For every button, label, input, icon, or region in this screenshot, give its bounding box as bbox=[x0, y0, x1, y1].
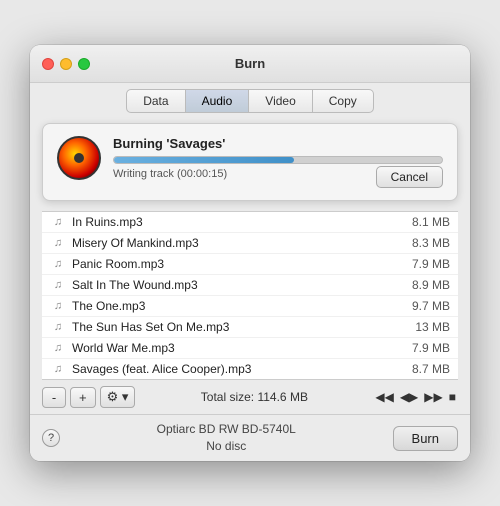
file-name: Salt In The Wound.mp3 bbox=[72, 278, 395, 292]
drive-info: Optiarc BD RW BD-5740L No disc bbox=[60, 421, 393, 455]
file-row[interactable]: ♫ Misery Of Mankind.mp3 8.3 MB bbox=[42, 233, 458, 254]
rewind-button[interactable]: ◀◀ bbox=[373, 390, 395, 404]
maximize-button[interactable] bbox=[78, 58, 90, 70]
minimize-button[interactable] bbox=[60, 58, 72, 70]
traffic-lights bbox=[42, 58, 90, 70]
remove-button[interactable]: - bbox=[42, 387, 66, 408]
drive-name: Optiarc BD RW BD-5740L bbox=[60, 421, 393, 438]
window-title: Burn bbox=[235, 56, 265, 71]
add-button[interactable]: + bbox=[70, 387, 96, 408]
file-audio-icon: ♫ bbox=[50, 256, 66, 272]
tab-audio[interactable]: Audio bbox=[186, 89, 250, 113]
file-name: The Sun Has Set On Me.mp3 bbox=[72, 320, 395, 334]
file-audio-icon: ♫ bbox=[50, 319, 66, 335]
close-button[interactable] bbox=[42, 58, 54, 70]
playback-controls: ◀◀ ◀▶ ▶▶ ■ bbox=[373, 390, 458, 404]
file-row[interactable]: ♫ World War Me.mp3 7.9 MB bbox=[42, 338, 458, 359]
disc-fire-icon bbox=[57, 136, 101, 180]
skip-back-button[interactable]: ◀▶ bbox=[398, 390, 420, 404]
file-name: Misery Of Mankind.mp3 bbox=[72, 236, 395, 250]
file-name: World War Me.mp3 bbox=[72, 341, 395, 355]
file-size: 13 MB bbox=[395, 320, 450, 334]
burn-title: Burning 'Savages' bbox=[113, 136, 443, 151]
burn-window: Burn Data Audio Video Copy Burning 'Sava… bbox=[30, 45, 470, 461]
progress-bar-container bbox=[113, 156, 443, 164]
file-audio-icon: ♫ bbox=[50, 277, 66, 293]
progress-bar-fill bbox=[114, 157, 294, 163]
stop-button[interactable]: ■ bbox=[447, 390, 458, 404]
file-row[interactable]: ♫ In Ruins.mp3 8.1 MB bbox=[42, 212, 458, 233]
file-row[interactable]: ♫ Salt In The Wound.mp3 8.9 MB bbox=[42, 275, 458, 296]
tab-copy[interactable]: Copy bbox=[313, 89, 374, 113]
burn-progress-overlay: Burning 'Savages' Writing track (00:00:1… bbox=[42, 123, 458, 201]
file-name: Panic Room.mp3 bbox=[72, 257, 395, 271]
disc-status: No disc bbox=[60, 438, 393, 455]
file-audio-icon: ♫ bbox=[50, 340, 66, 356]
total-size-label: Total size: 114.6 MB bbox=[139, 390, 369, 404]
play-button[interactable]: ▶▶ bbox=[422, 390, 444, 404]
file-size: 8.3 MB bbox=[395, 236, 450, 250]
file-audio-icon: ♫ bbox=[50, 214, 66, 230]
file-row[interactable]: ♫ The Sun Has Set On Me.mp3 13 MB bbox=[42, 317, 458, 338]
title-bar: Burn bbox=[30, 45, 470, 83]
file-name: The One.mp3 bbox=[72, 299, 395, 313]
tab-bar: Data Audio Video Copy bbox=[30, 83, 470, 113]
file-size: 9.7 MB bbox=[395, 299, 450, 313]
cancel-button[interactable]: Cancel bbox=[376, 166, 443, 188]
file-name: Savages (feat. Alice Cooper).mp3 bbox=[72, 362, 395, 376]
file-row[interactable]: ♫ Savages (feat. Alice Cooper).mp3 8.7 M… bbox=[42, 359, 458, 379]
file-size: 8.1 MB bbox=[395, 215, 450, 229]
bottom-toolbar: - + ⚙ ▾ Total size: 114.6 MB ◀◀ ◀▶ ▶▶ ■ bbox=[30, 380, 470, 414]
drive-bar: ? Optiarc BD RW BD-5740L No disc Burn bbox=[30, 414, 470, 461]
file-row[interactable]: ♫ The One.mp3 9.7 MB bbox=[42, 296, 458, 317]
file-size: 8.7 MB bbox=[395, 362, 450, 376]
file-size: 7.9 MB bbox=[395, 257, 450, 271]
file-audio-icon: ♫ bbox=[50, 298, 66, 314]
file-audio-icon: ♫ bbox=[50, 361, 66, 377]
tab-video[interactable]: Video bbox=[249, 89, 312, 113]
file-size: 7.9 MB bbox=[395, 341, 450, 355]
file-row[interactable]: ♫ Panic Room.mp3 7.9 MB bbox=[42, 254, 458, 275]
file-size: 8.9 MB bbox=[395, 278, 450, 292]
file-list: ♫ In Ruins.mp3 8.1 MB ♫ Misery Of Mankin… bbox=[42, 211, 458, 380]
file-audio-icon: ♫ bbox=[50, 235, 66, 251]
file-name: In Ruins.mp3 bbox=[72, 215, 395, 229]
burn-button[interactable]: Burn bbox=[393, 426, 458, 451]
settings-button[interactable]: ⚙ ▾ bbox=[100, 386, 136, 408]
help-button[interactable]: ? bbox=[42, 429, 60, 447]
tab-data[interactable]: Data bbox=[126, 89, 185, 113]
